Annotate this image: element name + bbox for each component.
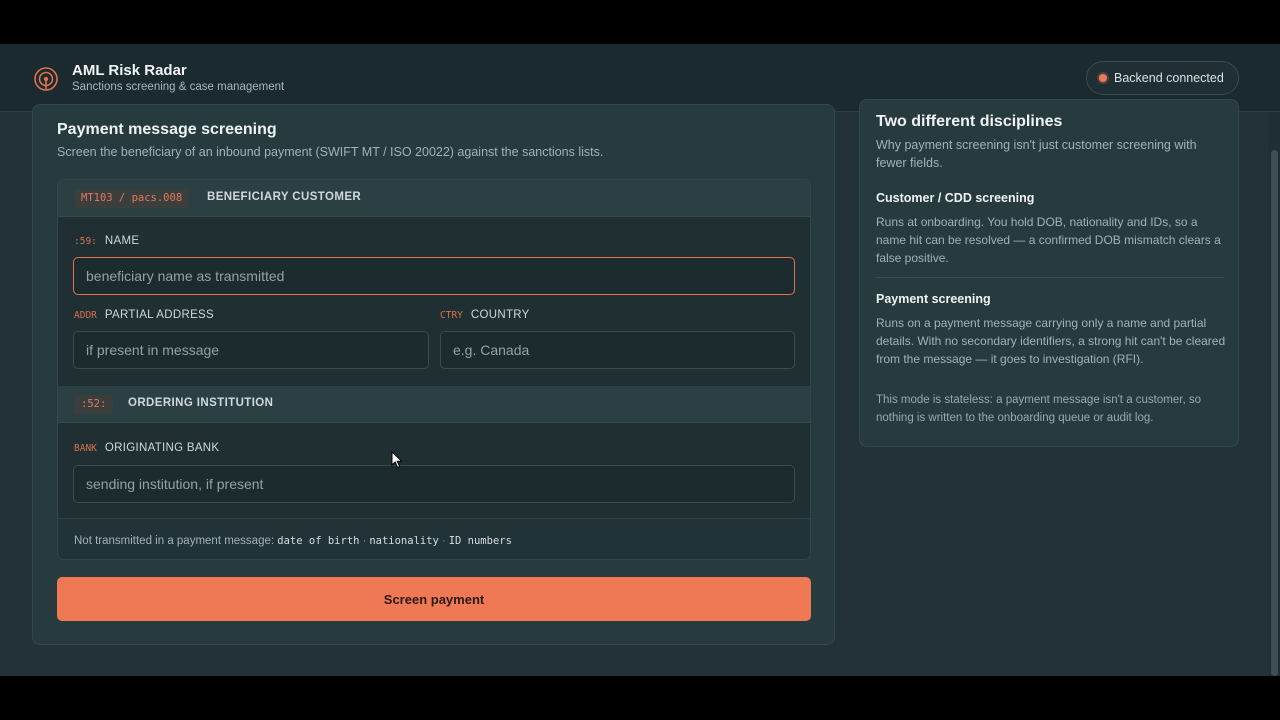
bank-field-label-text: ORIGINATING BANK bbox=[104, 442, 220, 454]
screen-payment-button[interactable]: Screen payment bbox=[57, 577, 811, 621]
address-field-label-text: PARTIAL ADDRESS bbox=[104, 309, 214, 321]
bank-field-code: BANK bbox=[74, 443, 97, 454]
note-item-id-numbers: ID numbers bbox=[448, 535, 512, 547]
beneficiary-block-header: MT103 / pacs.008 BENEFICIARY CUSTOMER bbox=[58, 180, 810, 217]
disciplines-info-card: Two different disciplines Why payment sc… bbox=[859, 99, 1239, 447]
name-field-code: :59: bbox=[74, 236, 97, 247]
info-intro: Why payment screening isn't just custome… bbox=[876, 138, 1197, 170]
partial-address-input[interactable] bbox=[73, 331, 429, 369]
ordering-block-header: :52: ORDERING INSTITUTION bbox=[58, 386, 810, 423]
country-field-label-text: COUNTRY bbox=[470, 309, 530, 321]
letterbox-bottom bbox=[0, 676, 1280, 720]
note-item-dob: date of birth bbox=[277, 535, 360, 547]
app-viewport: AML Risk Radar Sanctions screening & cas… bbox=[0, 44, 1280, 676]
backend-status-text: Backend connected bbox=[1114, 71, 1224, 85]
address-field-code: ADDR bbox=[74, 310, 97, 321]
section-title: Payment message screening bbox=[57, 121, 277, 138]
ordering-tag: :52: bbox=[74, 395, 114, 414]
payment-heading: Payment screening bbox=[876, 292, 991, 306]
beneficiary-name-input[interactable] bbox=[73, 257, 795, 295]
page-scrollbar-thumb[interactable] bbox=[1271, 150, 1278, 676]
beneficiary-block-title: BENEFICIARY CUSTOMER bbox=[207, 191, 362, 203]
section-description: Screen the beneficiary of an inbound pay… bbox=[57, 145, 604, 159]
note-separator: · bbox=[362, 535, 367, 547]
cdd-body: Runs at onboarding. You hold DOB, nation… bbox=[876, 215, 1221, 265]
radar-icon bbox=[34, 67, 58, 91]
note-separator: · bbox=[441, 535, 446, 547]
name-field-label-text: NAME bbox=[104, 235, 140, 247]
name-field-label: :59: NAME bbox=[74, 235, 139, 247]
payment-body: Runs on a payment message carrying only … bbox=[876, 316, 1226, 366]
info-title: Two different disciplines bbox=[876, 113, 1063, 130]
backend-status-badge: Backend connected bbox=[1086, 61, 1239, 95]
address-field-label: ADDR PARTIAL ADDRESS bbox=[74, 309, 214, 321]
note-prefix: Not transmitted in a payment message: bbox=[74, 535, 275, 547]
country-field-label: CTRY COUNTRY bbox=[440, 309, 530, 321]
originating-bank-input[interactable] bbox=[73, 465, 795, 503]
app-subtitle: Sanctions screening & case management bbox=[72, 81, 285, 93]
payment-screening-card: Payment message screening Screen the ben… bbox=[32, 104, 835, 645]
not-transmitted-note: Not transmitted in a payment message: da… bbox=[58, 518, 810, 559]
info-divider bbox=[876, 277, 1224, 278]
payment-message-form: MT103 / pacs.008 BENEFICIARY CUSTOMER :5… bbox=[57, 179, 811, 560]
ordering-block-title: ORDERING INSTITUTION bbox=[128, 397, 274, 409]
cdd-heading: Customer / CDD screening bbox=[876, 191, 1035, 205]
note-item-nationality: nationality bbox=[369, 535, 439, 547]
mouse-cursor-icon bbox=[391, 451, 403, 469]
status-dot-icon bbox=[1099, 74, 1107, 82]
country-input[interactable] bbox=[440, 331, 795, 369]
message-type-tag: MT103 / pacs.008 bbox=[74, 189, 190, 208]
country-field-code: CTRY bbox=[440, 310, 463, 321]
bank-field-label: BANK ORIGINATING BANK bbox=[74, 442, 219, 454]
letterbox-top bbox=[0, 0, 1280, 44]
app-title: AML Risk Radar bbox=[72, 62, 187, 79]
stateless-note: This mode is stateless: a payment messag… bbox=[876, 394, 1201, 424]
